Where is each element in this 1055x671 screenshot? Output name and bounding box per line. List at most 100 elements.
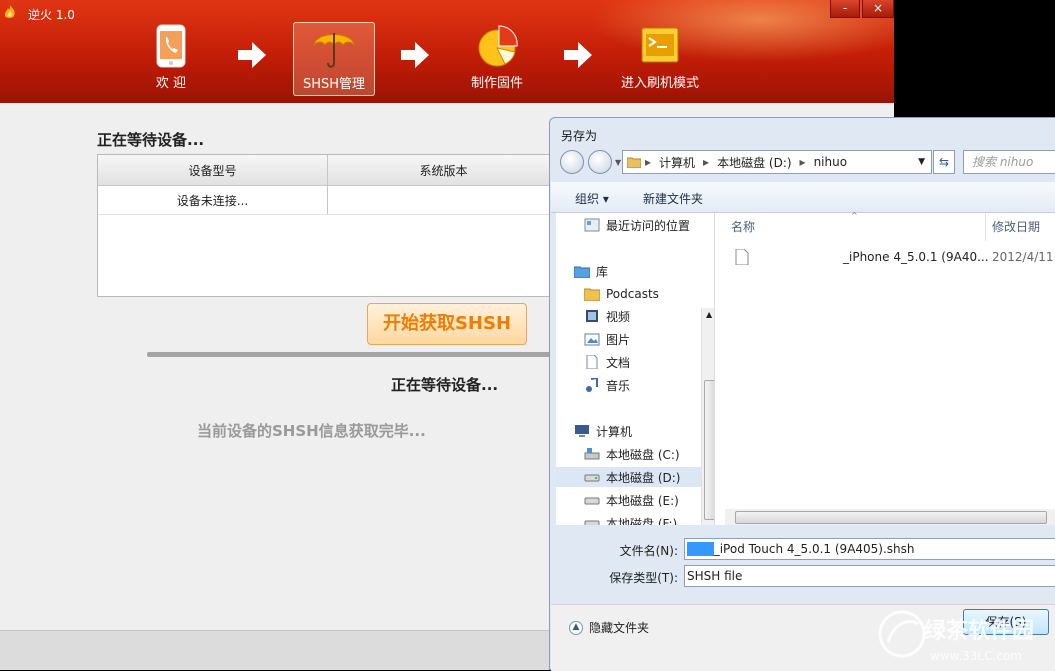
- column-divider: [985, 213, 986, 241]
- document-icon: [586, 355, 598, 369]
- tree-item-label: Podcasts: [606, 287, 659, 301]
- tree-item-label: 本地磁盘 (D:): [606, 470, 681, 485]
- tree-item-recent[interactable]: 最近访问的位置: [584, 215, 690, 235]
- tree-item-label: 视频: [606, 309, 631, 324]
- tree-item-video[interactable]: 视频: [584, 306, 630, 326]
- tree-item-computer[interactable]: 计算机: [574, 421, 632, 441]
- tree-item-label: 本地磁盘 (C:): [606, 447, 680, 462]
- tree-item-drive-f[interactable]: 本地磁盘 (F:): [584, 513, 677, 525]
- search-input[interactable]: 搜索 nihuo: [963, 150, 1055, 174]
- picture-icon: [584, 333, 600, 346]
- navigation-tree: 最近访问的位置 库 Podcasts 视频 图片 文档 音乐 计算机 本地磁盘 …: [556, 213, 714, 525]
- computer-icon: [575, 425, 589, 437]
- breadcrumb-drive-d[interactable]: 本地磁盘 (D:): [717, 154, 791, 171]
- tree-item-library[interactable]: 库: [574, 261, 608, 281]
- column-device-model[interactable]: 设备型号: [98, 155, 328, 185]
- file-scroll-thumb[interactable]: [735, 511, 1047, 524]
- drive-icon: [584, 497, 600, 505]
- phone-icon: [156, 24, 186, 68]
- breadcrumb-separator-icon: ▸: [645, 155, 652, 169]
- breadcrumb-computer[interactable]: 计算机: [659, 154, 695, 171]
- file-horizontal-scrollbar[interactable]: [725, 509, 1055, 525]
- nav-shsh-management[interactable]: SHSH管理: [293, 22, 375, 96]
- file-date: 2012/4/11: [992, 250, 1054, 264]
- dialog-title: 另存为: [561, 129, 598, 143]
- video-icon: [586, 310, 598, 322]
- forward-button[interactable]: [588, 150, 612, 174]
- music-icon: [586, 378, 598, 392]
- flame-logo-icon: [4, 5, 15, 18]
- tree-scrollbar[interactable]: ▲ ▼: [701, 308, 714, 525]
- waiting-title: 正在等待设备...: [97, 131, 205, 149]
- file-list: 名称 ^ 修改日期 _iPhone 4_5.0.1 (9A40... 2012/…: [714, 211, 1055, 525]
- tree-scroll-thumb[interactable]: [704, 380, 714, 520]
- filename-label: 文件名(N):: [619, 544, 678, 558]
- tree-item-music[interactable]: 音乐: [584, 375, 630, 395]
- status-shsh-done: 当前设备的SHSH信息获取完毕...: [197, 422, 426, 440]
- breadcrumb-separator-icon: ▸: [799, 155, 806, 169]
- close-button[interactable]: ×: [862, 0, 894, 18]
- watermark-logo-icon: 绿茶软件园 www.33LC.com: [878, 610, 1034, 663]
- umbrella-icon: [313, 33, 355, 68]
- file-icon: [735, 249, 749, 265]
- organize-button[interactable]: 组织 ▾: [575, 190, 609, 207]
- dialog-toolbar: 组织 ▾ 新建文件夹: [551, 182, 1055, 213]
- new-folder-button[interactable]: 新建文件夹: [643, 190, 703, 207]
- app-header: 逆火 1.0 - × 欢 迎 SHSH管理 制作固件 进入刷机模式: [0, 0, 894, 103]
- tree-item-drive-c[interactable]: 本地磁盘 (C:): [584, 444, 680, 464]
- nav-make-firmware[interactable]: 制作固件: [460, 22, 534, 96]
- filetype-label: 保存类型(T):: [609, 571, 678, 585]
- watermark-brand: 绿茶软件园: [924, 618, 1034, 644]
- folder-icon: [627, 157, 641, 168]
- address-bar[interactable]: ▸ 计算机 ▸ 本地磁盘 (D:) ▸ nihuo ▼: [622, 150, 932, 174]
- recent-dropdown-icon[interactable]: ▼: [615, 158, 621, 167]
- tree-item-label: 本地磁盘 (F:): [606, 516, 678, 526]
- refresh-icon[interactable]: ⇆: [933, 150, 955, 174]
- terminal-icon: [641, 27, 679, 63]
- tree-item-label: 计算机: [596, 424, 633, 439]
- tree-item-podcasts[interactable]: Podcasts: [584, 284, 659, 304]
- drive-icon: [584, 474, 600, 482]
- library-icon: [574, 266, 590, 278]
- device-table-header: 设备型号 系统版本: [98, 155, 566, 186]
- sort-ascending-icon: ^: [851, 211, 858, 220]
- status-waiting: 正在等待设备...: [391, 376, 499, 394]
- nav-welcome[interactable]: 欢 迎: [140, 22, 202, 96]
- drive-icon: [584, 520, 600, 525]
- tree-item-drive-d[interactable]: 本地磁盘 (D:): [556, 467, 708, 487]
- pie-chart-icon: [478, 25, 518, 67]
- drive-c-icon: [584, 448, 600, 460]
- arrow-right-icon: [564, 42, 592, 68]
- address-dropdown-icon[interactable]: ▼: [918, 157, 925, 167]
- tree-item-label: 文档: [606, 355, 631, 370]
- column-system-version[interactable]: 系统版本: [328, 155, 560, 185]
- start-get-shsh-button[interactable]: 开始获取SHSH: [367, 303, 527, 345]
- tree-item-label: 音乐: [606, 378, 631, 393]
- nav-dfu-label: 进入刷机模式: [620, 76, 699, 91]
- breadcrumb-nihuo[interactable]: nihuo: [814, 155, 848, 169]
- filetype-select[interactable]: SHSH file: [684, 565, 1055, 587]
- breadcrumb-separator-icon: ▸: [703, 155, 710, 169]
- scroll-up-icon[interactable]: ▲: [706, 310, 712, 319]
- minimize-button[interactable]: -: [830, 0, 860, 18]
- device-model-cell: 设备未连接...: [98, 186, 328, 214]
- file-name: _iPhone 4_5.0.1 (9A40...: [843, 250, 989, 264]
- nav-enter-dfu-mode[interactable]: 进入刷机模式: [615, 22, 705, 96]
- table-row[interactable]: 设备未连接...: [98, 186, 566, 215]
- folder-icon: [584, 288, 600, 301]
- tree-item-drive-e[interactable]: 本地磁盘 (E:): [584, 490, 679, 510]
- tree-item-label: 本地磁盘 (E:): [606, 493, 679, 508]
- tree-item-label: 最近访问的位置: [606, 218, 691, 233]
- arrow-right-icon: [238, 42, 266, 68]
- back-button[interactable]: [560, 150, 584, 174]
- file-row[interactable]: _iPhone 4_5.0.1 (9A40... 2012/4/11: [731, 249, 1055, 269]
- column-modified[interactable]: 修改日期: [992, 213, 1040, 241]
- tree-item-pictures[interactable]: 图片: [584, 329, 630, 349]
- arrow-right-icon: [401, 42, 429, 68]
- column-name[interactable]: 名称: [731, 213, 755, 241]
- nav-shsh-label: SHSH管理: [302, 77, 366, 92]
- app-title: 逆火 1.0: [28, 8, 75, 22]
- filename-input[interactable]: 1 30_iPod Touch 4_5.0.1 (9A405).shsh: [684, 538, 1055, 560]
- tree-item-documents[interactable]: 文档: [584, 352, 630, 372]
- hide-folders-toggle[interactable]: ▲ 隐藏文件夹: [569, 619, 649, 636]
